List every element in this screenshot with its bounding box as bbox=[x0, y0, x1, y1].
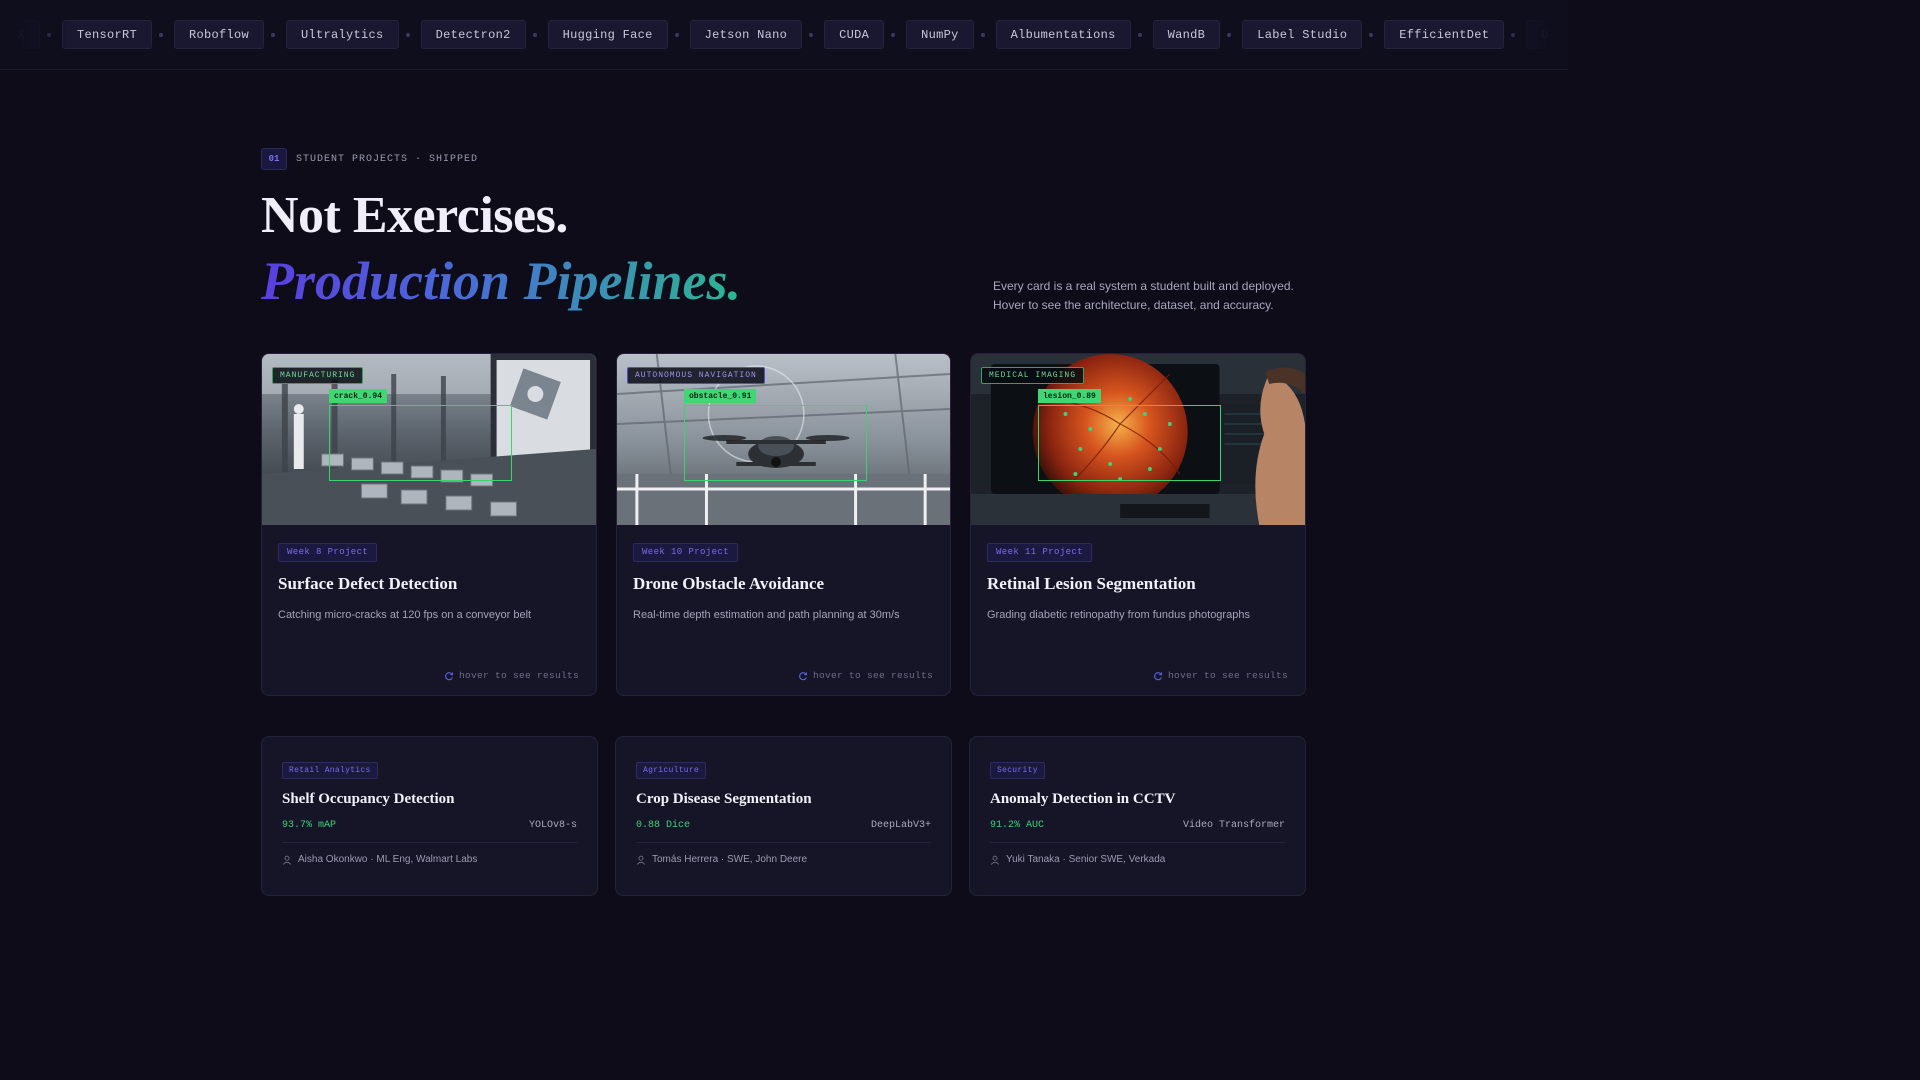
card-title: Surface Defect Detection bbox=[278, 573, 458, 593]
separator-dot bbox=[1227, 32, 1232, 37]
refresh-icon bbox=[445, 671, 454, 680]
author-name: Yuki Tanaka · Senior SWE, Verkada bbox=[1006, 854, 1166, 865]
card-subtitle: Real-time depth estimation and path plan… bbox=[633, 608, 900, 621]
separator-dot bbox=[271, 32, 276, 37]
marquee-chip: U-Net bbox=[1526, 20, 1568, 49]
project-card-surface-defect[interactable]: MANUFACTURING crack_0.94 Week 8 Project … bbox=[261, 353, 597, 696]
user-icon bbox=[636, 855, 646, 865]
metric-row: 0.88 Dice DeepLabV3+ bbox=[636, 820, 931, 843]
marquee-chip: EfficientDet bbox=[1384, 20, 1505, 49]
domain-badge: Retail Analytics bbox=[282, 762, 378, 779]
hover-hint-text: hover to see results bbox=[458, 670, 579, 681]
card-title: Retinal Lesion Segmentation bbox=[987, 573, 1196, 593]
detection-label: obstacle_0.91 bbox=[684, 389, 757, 403]
week-badge: Week 8 Project bbox=[278, 542, 378, 562]
model-name: YOLOv8-s bbox=[528, 820, 577, 831]
model-name: Video Transformer bbox=[1182, 820, 1285, 831]
separator-dot bbox=[159, 32, 164, 37]
separator-dot bbox=[1369, 32, 1374, 37]
card-title: Crop Disease Segmentation bbox=[636, 791, 812, 807]
marquee-chip: WandB bbox=[1152, 20, 1221, 49]
separator-dot bbox=[405, 32, 410, 37]
detection-label: crack_0.94 bbox=[329, 389, 388, 403]
card-subtitle: Catching micro-cracks at 120 fps on a co… bbox=[278, 608, 532, 621]
metric-row: 91.2% AUC Video Transformer bbox=[990, 820, 1285, 843]
category-tag: AUTONOMOUS NAVIGATION bbox=[627, 367, 765, 384]
section-label: STUDENT PROJECTS · SHIPPED bbox=[296, 153, 479, 165]
hover-hint: hover to see results bbox=[798, 670, 933, 681]
section-eyebrow: 01 STUDENT PROJECTS · SHIPPED bbox=[261, 148, 478, 170]
tech-marquee: ONNX TensorRT Roboflow Ultralytics Detec… bbox=[0, 0, 1568, 70]
project-thumbnail: MEDICAL IMAGING lesion_0.89 bbox=[971, 354, 1305, 525]
refresh-icon bbox=[799, 671, 808, 680]
card-body: Week 11 Project Retinal Lesion Segmentat… bbox=[971, 525, 1305, 695]
marquee-chip: ONNX bbox=[0, 20, 41, 49]
separator-dot bbox=[1511, 32, 1516, 37]
marquee-chip: Jetson Nano bbox=[689, 20, 803, 49]
marquee-chip: Label Studio bbox=[1242, 20, 1363, 49]
hover-hint-text: hover to see results bbox=[1167, 670, 1288, 681]
metric-row: 93.7% mAP YOLOv8-s bbox=[282, 820, 577, 843]
author-line: Tomás Herrera · SWE, John Deere bbox=[636, 854, 931, 865]
page-title: Not Exercises. bbox=[261, 187, 568, 244]
model-name: DeepLabV3+ bbox=[870, 820, 931, 831]
project-card-crop-disease[interactable]: Agriculture Crop Disease Segmentation 0.… bbox=[615, 736, 952, 896]
project-thumbnail: MANUFACTURING crack_0.94 bbox=[262, 354, 596, 525]
card-body: Week 8 Project Surface Defect Detection … bbox=[262, 525, 596, 695]
refresh-icon bbox=[1154, 671, 1163, 680]
separator-dot bbox=[674, 32, 679, 37]
card-subtitle: Grading diabetic retinopathy from fundus… bbox=[987, 608, 1250, 621]
marquee-chip: Roboflow bbox=[174, 20, 265, 49]
metric-value: 91.2% AUC bbox=[990, 820, 1045, 831]
category-tag: MEDICAL IMAGING bbox=[981, 367, 1085, 384]
domain-badge: Agriculture bbox=[636, 762, 707, 779]
category-tag: MANUFACTURING bbox=[272, 367, 364, 384]
week-badge: Week 11 Project bbox=[987, 542, 1093, 562]
card-body: Week 10 Project Drone Obstacle Avoidance… bbox=[617, 525, 950, 695]
week-badge: Week 10 Project bbox=[633, 542, 739, 562]
metric-value: 0.88 Dice bbox=[636, 820, 691, 831]
project-card-retinal-lesion[interactable]: MEDICAL IMAGING lesion_0.89 Week 11 Proj… bbox=[970, 353, 1306, 696]
separator-dot bbox=[891, 32, 896, 37]
project-card-shelf-occupancy[interactable]: Retail Analytics Shelf Occupancy Detecti… bbox=[261, 736, 598, 896]
hover-hint-text: hover to see results bbox=[812, 670, 933, 681]
separator-dot bbox=[532, 32, 537, 37]
user-icon bbox=[990, 855, 1000, 865]
detection-box: obstacle_0.91 bbox=[684, 389, 867, 481]
metric-value: 93.7% mAP bbox=[282, 820, 337, 831]
section-number: 01 bbox=[261, 148, 287, 170]
marquee-chip: Ultralytics bbox=[286, 20, 399, 49]
user-icon bbox=[282, 855, 292, 865]
hover-hint: hover to see results bbox=[1153, 670, 1288, 681]
domain-badge: Security bbox=[990, 762, 1045, 779]
separator-dot bbox=[809, 32, 814, 37]
author-name: Aisha Okonkwo · ML Eng, Walmart Labs bbox=[298, 854, 478, 865]
hero-description: Every card is a real system a student bu… bbox=[993, 279, 1294, 312]
marquee-track: ONNX TensorRT Roboflow Ultralytics Detec… bbox=[0, 20, 1568, 49]
project-card-anomaly-cctv[interactable]: Security Anomaly Detection in CCTV 91.2%… bbox=[969, 736, 1306, 896]
card-title: Shelf Occupancy Detection bbox=[282, 791, 455, 807]
author-line: Aisha Okonkwo · ML Eng, Walmart Labs bbox=[282, 854, 577, 865]
marquee-chip: TensorRT bbox=[62, 20, 153, 49]
marquee-chip: Hugging Face bbox=[547, 20, 668, 49]
hover-hint: hover to see results bbox=[444, 670, 579, 681]
author-name: Tomás Herrera · SWE, John Deere bbox=[652, 854, 808, 865]
project-thumbnail: AUTONOMOUS NAVIGATION obstacle_0.91 bbox=[617, 354, 950, 525]
marquee-chip: Albumentations bbox=[995, 20, 1131, 49]
page-title-accent: Production Pipelines. bbox=[261, 250, 749, 312]
separator-dot bbox=[1137, 32, 1142, 37]
card-title: Anomaly Detection in CCTV bbox=[990, 791, 1176, 807]
detection-label: lesion_0.89 bbox=[1038, 389, 1101, 403]
author-line: Yuki Tanaka · Senior SWE, Verkada bbox=[990, 854, 1285, 865]
marquee-chip: NumPy bbox=[906, 20, 974, 49]
separator-dot bbox=[980, 32, 985, 37]
marquee-chip: CUDA bbox=[824, 20, 885, 49]
separator-dot bbox=[47, 32, 52, 37]
project-card-drone-obstacle[interactable]: AUTONOMOUS NAVIGATION obstacle_0.91 Week… bbox=[616, 353, 951, 696]
detection-box: lesion_0.89 bbox=[1038, 389, 1221, 481]
card-title: Drone Obstacle Avoidance bbox=[633, 573, 825, 593]
detection-box: crack_0.94 bbox=[329, 389, 512, 481]
marquee-chip: Detectron2 bbox=[420, 20, 526, 49]
